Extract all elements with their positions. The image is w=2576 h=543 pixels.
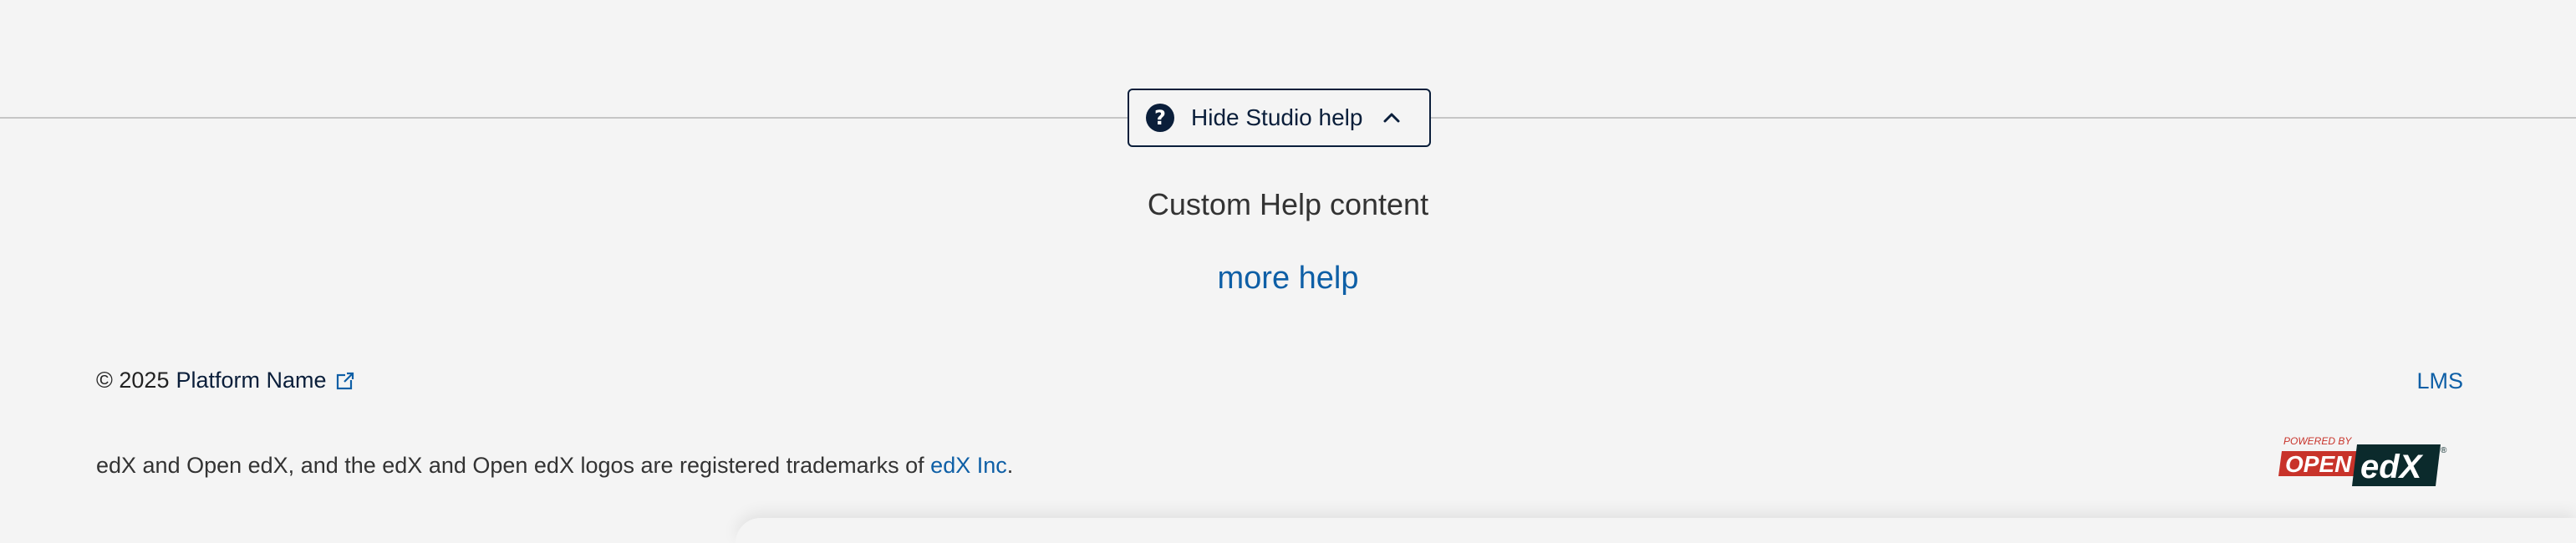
logo-registered: ® — [2441, 446, 2447, 455]
trademark-notice: edX and Open edX, and the edX and Open e… — [96, 453, 1013, 479]
question-circle-icon: ? — [1146, 104, 1174, 132]
page-bottom-shadow — [736, 518, 2576, 543]
footer-copyright: © 2025 Platform Name — [96, 368, 355, 393]
help-content-title: Custom Help content — [1147, 187, 1429, 221]
lms-link[interactable]: LMS — [2416, 368, 2463, 394]
logo-open: OPEN — [2285, 451, 2352, 477]
hide-studio-help-label: Hide Studio help — [1191, 104, 1363, 130]
logo-powered-by: POWERED BY — [2283, 435, 2352, 447]
powered-by-openedx-logo[interactable]: POWERED BY OPEN edX ® — [2277, 433, 2452, 493]
trademark-text: edX and Open edX, and the edX and Open e… — [96, 453, 924, 478]
external-link-icon[interactable] — [335, 371, 355, 391]
logo-edx: edX — [2360, 449, 2424, 485]
chevron-up-icon — [1382, 112, 1401, 124]
edx-inc-link[interactable]: edX Inc — [930, 453, 1007, 478]
more-help-link[interactable]: more help — [1218, 261, 1359, 296]
trademark-suffix: . — [1006, 453, 1014, 478]
hide-studio-help-button[interactable]: ? Hide Studio help — [1128, 89, 1431, 147]
platform-name-link[interactable]: Platform Name — [176, 368, 326, 393]
more-help-container: more help — [0, 261, 2576, 297]
copyright-text: © 2025 — [96, 368, 170, 393]
